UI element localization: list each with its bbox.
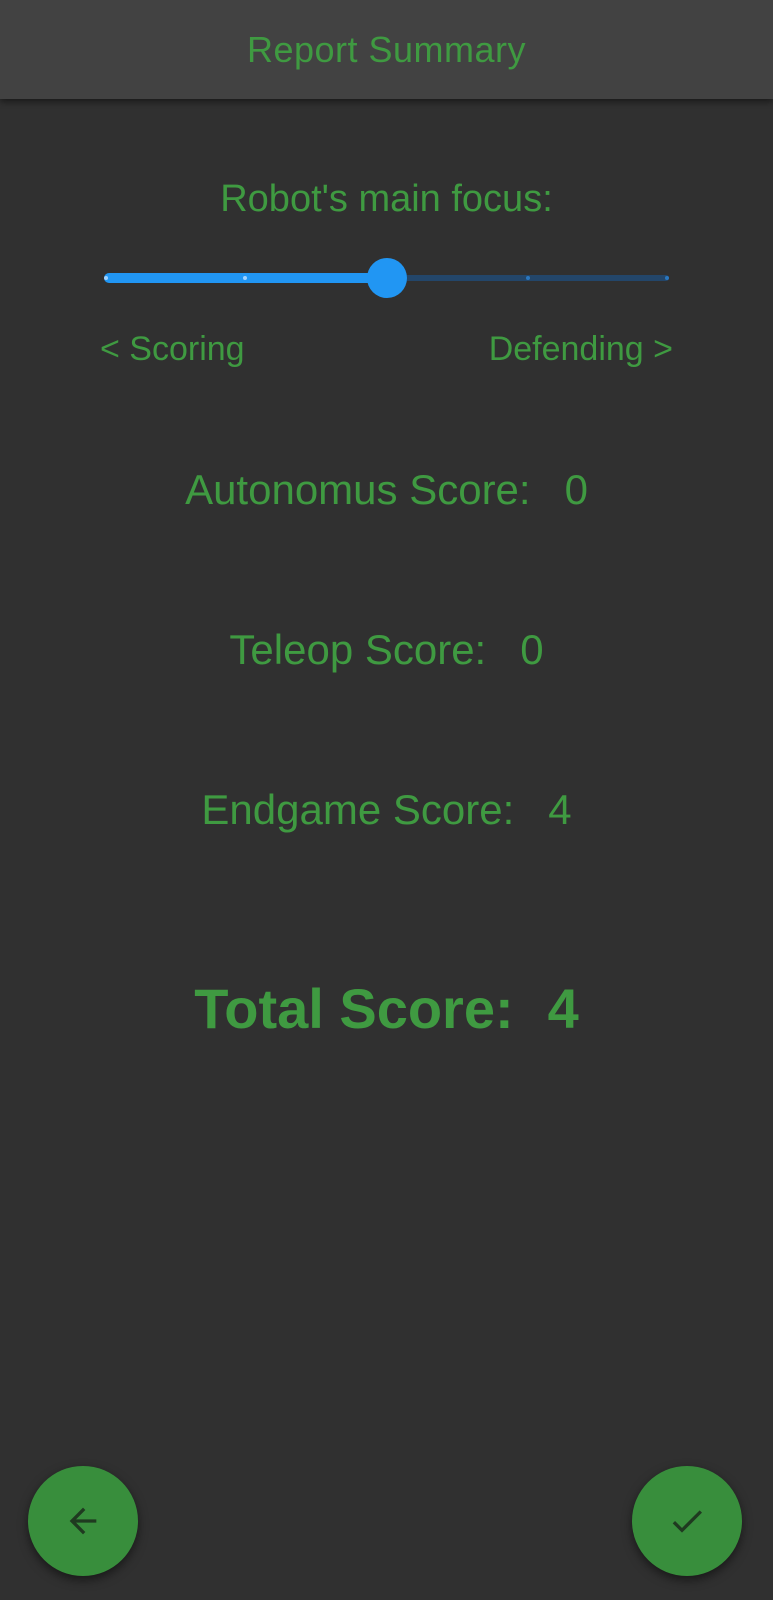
slider-thumb[interactable] bbox=[366, 258, 407, 298]
page-title: Report Summary bbox=[246, 28, 527, 70]
app-bar: Report Summary bbox=[0, 0, 773, 99]
endgame-score-value: 4 bbox=[548, 786, 572, 833]
check-icon bbox=[672, 1510, 702, 1533]
endgame-score-row: Endgame Score: 4 bbox=[0, 786, 773, 834]
total-score-row: Total Score: 4 bbox=[0, 976, 773, 1041]
slider-tick bbox=[104, 276, 108, 280]
confirm-button[interactable] bbox=[632, 1466, 742, 1576]
autonomus-score-label: Autonomus Score: bbox=[185, 466, 531, 513]
arrow-left-icon bbox=[69, 1507, 97, 1535]
focus-slider[interactable] bbox=[104, 255, 669, 301]
slider-tick bbox=[665, 276, 669, 280]
endgame-score-label: Endgame Score: bbox=[201, 786, 515, 833]
slider-max-label: Defending > bbox=[488, 330, 673, 368]
focus-label: Robot's main focus: bbox=[220, 178, 553, 220]
teleop-score-value: 0 bbox=[520, 626, 544, 673]
teleop-score-label: Teleop Score: bbox=[229, 626, 487, 673]
back-button[interactable] bbox=[28, 1466, 138, 1576]
slider-min-label: < Scoring bbox=[100, 330, 245, 368]
total-score-value: 4 bbox=[547, 977, 579, 1040]
slider-tick bbox=[525, 276, 530, 280]
teleop-score-row: Teleop Score: 0 bbox=[0, 626, 773, 674]
autonomus-score-row: Autonomus Score: 0 bbox=[0, 466, 773, 514]
total-score-label: Total Score: bbox=[194, 977, 514, 1040]
autonomus-score-value: 0 bbox=[564, 466, 588, 513]
